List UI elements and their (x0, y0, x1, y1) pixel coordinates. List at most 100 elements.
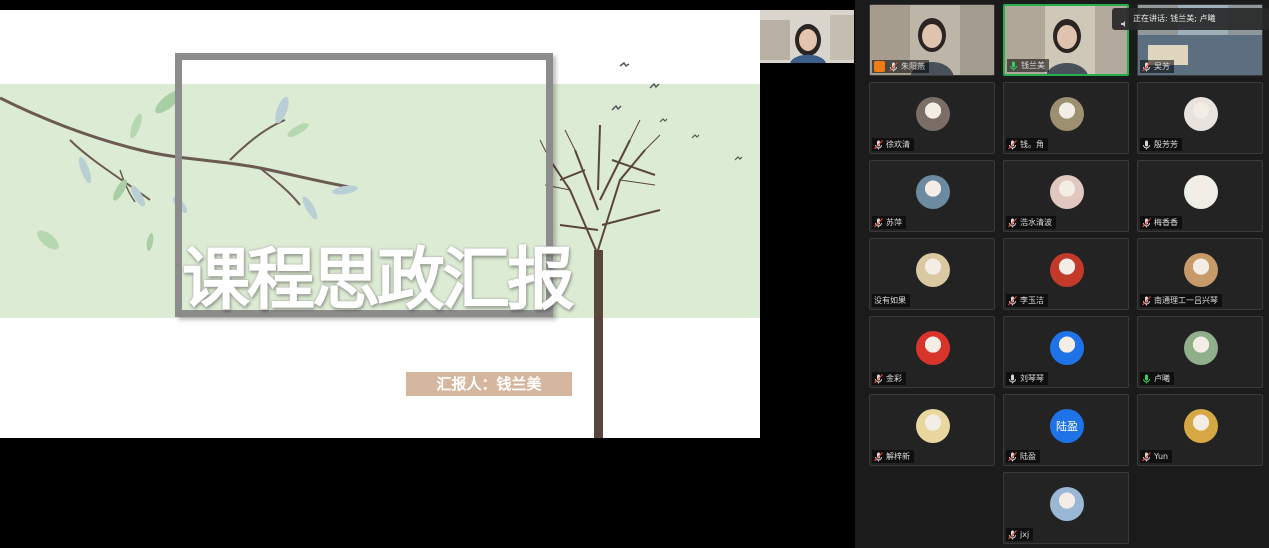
participant-tile[interactable]: 钱兰美 (1003, 4, 1129, 76)
participant-avatar (1184, 97, 1218, 131)
participant-name: 钱。角 (1020, 140, 1044, 149)
participant-tile[interactable]: 浩水清波 (1003, 160, 1129, 232)
participant-name-bar: 梅香香 (1140, 216, 1182, 229)
participant-tile[interactable]: jxj (1003, 472, 1129, 544)
participant-name-bar: 吴芳 (1140, 60, 1174, 73)
participant-avatar (916, 409, 950, 443)
mic-icon (1009, 61, 1018, 71)
participant-avatar (916, 253, 950, 287)
mic-muted-icon (889, 61, 898, 72)
participant-name-bar: 殷芳芳 (1140, 138, 1182, 151)
participant-name: 解梓新 (886, 452, 910, 461)
participant-avatar (1050, 175, 1084, 209)
participant-name: 陆盈 (1020, 452, 1036, 461)
mic-muted-icon (874, 139, 883, 150)
participant-tile[interactable]: 徐欢清 (869, 82, 995, 154)
mic-muted-icon (1142, 61, 1151, 72)
participant-tile[interactable]: 陆盈 陆盈 (1003, 394, 1129, 466)
participant-name: 没有如果 (874, 296, 906, 305)
mic-muted-icon (1142, 451, 1151, 462)
participant-avatar (916, 331, 950, 365)
participant-name: 金彩 (886, 374, 902, 383)
participant-name-bar: 陆盈 (1006, 450, 1040, 463)
participant-name-bar: 刘琴琴 (1006, 372, 1048, 385)
participant-name: 南通理工一吕兴琴 (1154, 296, 1218, 305)
participant-avatar: 陆盈 (1050, 409, 1084, 443)
participant-name: 梅香香 (1154, 218, 1178, 227)
participant-name-bar: jxj (1006, 528, 1034, 541)
slide-reporter: 汇报人：钱兰美 (406, 372, 572, 396)
participant-name: 卢曦 (1154, 374, 1170, 383)
mic-muted-icon (1142, 295, 1151, 306)
participant-avatar (916, 175, 950, 209)
participant-tile[interactable]: 朱阳燕 (869, 4, 995, 76)
mic-muted-icon (874, 373, 883, 384)
participant-tile[interactable]: 没有如果 (869, 238, 995, 310)
participant-name: 刘琴琴 (1020, 374, 1044, 383)
slide-title: 课程思政汇报 (182, 241, 575, 320)
mic-muted-icon (1142, 217, 1151, 228)
mic-muted-icon (874, 217, 883, 228)
participant-avatar (1050, 253, 1084, 287)
participant-name-bar: 徐欢清 (872, 138, 914, 151)
participant-name: 钱兰美 (1021, 61, 1045, 70)
participant-avatar (1050, 487, 1084, 521)
participant-name-bar: 没有如果 (872, 294, 910, 307)
participant-tile[interactable]: 解梓新 (869, 394, 995, 466)
participant-name-bar: 李玉洁 (1006, 294, 1048, 307)
mic-muted-icon (874, 451, 883, 462)
participant-panel: 朱阳燕 钱兰美 吴芳徐欢清 钱。角 殷芳芳苏萍 浩水清波 梅香香没有如果 李玉洁 南通理工一吕兴… (855, 0, 1269, 548)
participant-avatar (1050, 97, 1084, 131)
participant-name: 李玉洁 (1020, 296, 1044, 305)
participant-tile[interactable]: 刘琴琴 (1003, 316, 1129, 388)
mic-icon (1008, 374, 1017, 384)
participant-tile[interactable]: 李玉洁 (1003, 238, 1129, 310)
participant-tile[interactable]: 梅香香 (1137, 160, 1263, 232)
participant-tile[interactable]: 殷芳芳 (1137, 82, 1263, 154)
speaker-icon (1120, 15, 1128, 27)
mic-muted-icon (1008, 451, 1017, 462)
participant-name: 殷芳芳 (1154, 140, 1178, 149)
participant-avatar (1184, 175, 1218, 209)
participant-name: 吴芳 (1154, 62, 1170, 71)
participant-avatar (1184, 253, 1218, 287)
participant-name: 朱阳燕 (901, 62, 925, 71)
participant-name: 浩水清波 (1020, 218, 1052, 227)
participant-name: Yun (1154, 452, 1169, 461)
mic-icon (1142, 374, 1151, 384)
participant-tile[interactable]: 南通理工一吕兴琴 (1137, 238, 1263, 310)
participant-name-bar: 浩水清波 (1006, 216, 1056, 229)
presenter-video[interactable] (760, 10, 854, 63)
mic-muted-icon (1008, 139, 1017, 150)
speaking-text: 正在讲话: 钱兰美; 卢曦 (1133, 14, 1216, 23)
participant-name-bar: 卢曦 (1140, 372, 1174, 385)
participant-name-bar: 钱兰美 (1007, 59, 1049, 72)
meeting-window: 课程思政汇报 汇报人：钱兰美 朱阳燕 钱兰美 吴芳徐欢清 钱。角 殷芳芳苏萍 浩水清波 梅香… (0, 0, 1269, 548)
participant-avatar (1184, 409, 1218, 443)
mic-icon (1142, 140, 1151, 150)
participant-name-bar: 苏萍 (872, 216, 906, 229)
participant-name: jxj (1020, 530, 1030, 539)
participant-name-bar: 解梓新 (872, 450, 914, 463)
participant-avatar (916, 97, 950, 131)
participant-name-bar: 金彩 (872, 372, 906, 385)
participant-name: 徐欢清 (886, 140, 910, 149)
participant-name-bar: 朱阳燕 (872, 60, 929, 73)
participant-tile[interactable]: 苏萍 (869, 160, 995, 232)
participant-avatar (1184, 331, 1218, 365)
speaking-indicator: 正在讲话: 钱兰美; 卢曦 (1112, 8, 1269, 30)
participant-tile[interactable]: 钱。角 (1003, 82, 1129, 154)
participant-name: 苏萍 (886, 218, 902, 227)
participant-tile[interactable]: Yun (1137, 394, 1263, 466)
mic-muted-icon (1008, 217, 1017, 228)
participant-name-bar: 南通理工一吕兴琴 (1140, 294, 1222, 307)
shared-slide: 课程思政汇报 汇报人：钱兰美 (0, 10, 760, 438)
host-badge-icon (874, 61, 885, 72)
participant-avatar (1050, 331, 1084, 365)
mic-muted-icon (1008, 529, 1017, 540)
mic-muted-icon (1008, 295, 1017, 306)
participant-name-bar: 钱。角 (1006, 138, 1048, 151)
participant-tile[interactable]: 金彩 (869, 316, 995, 388)
participant-name-bar: Yun (1140, 450, 1173, 463)
participant-tile[interactable]: 卢曦 (1137, 316, 1263, 388)
